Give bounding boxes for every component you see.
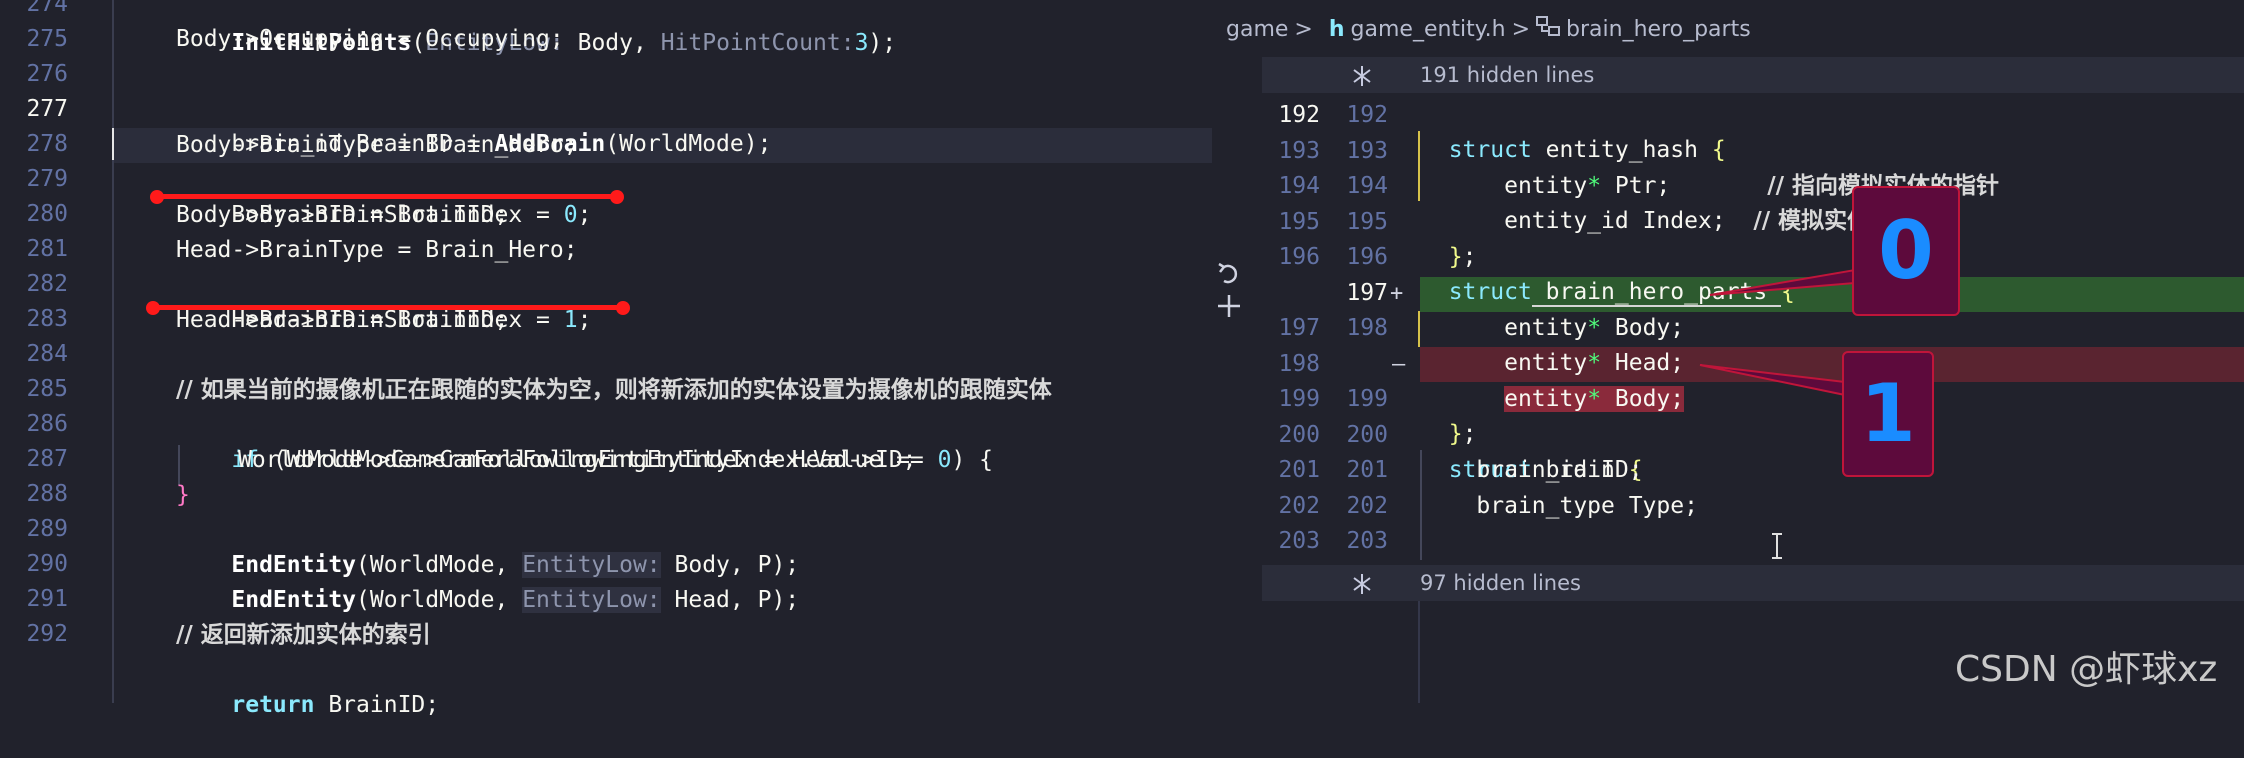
callout-pointer-1 [1699,364,1846,397]
callout-pointer-0 [1709,268,1856,296]
watermark: CSDN @虾球xz [1955,649,2218,690]
callout-1: 1 [1842,351,1934,477]
text-cursor-icon [1770,532,1784,567]
callout-0: 0 [1852,186,1960,316]
